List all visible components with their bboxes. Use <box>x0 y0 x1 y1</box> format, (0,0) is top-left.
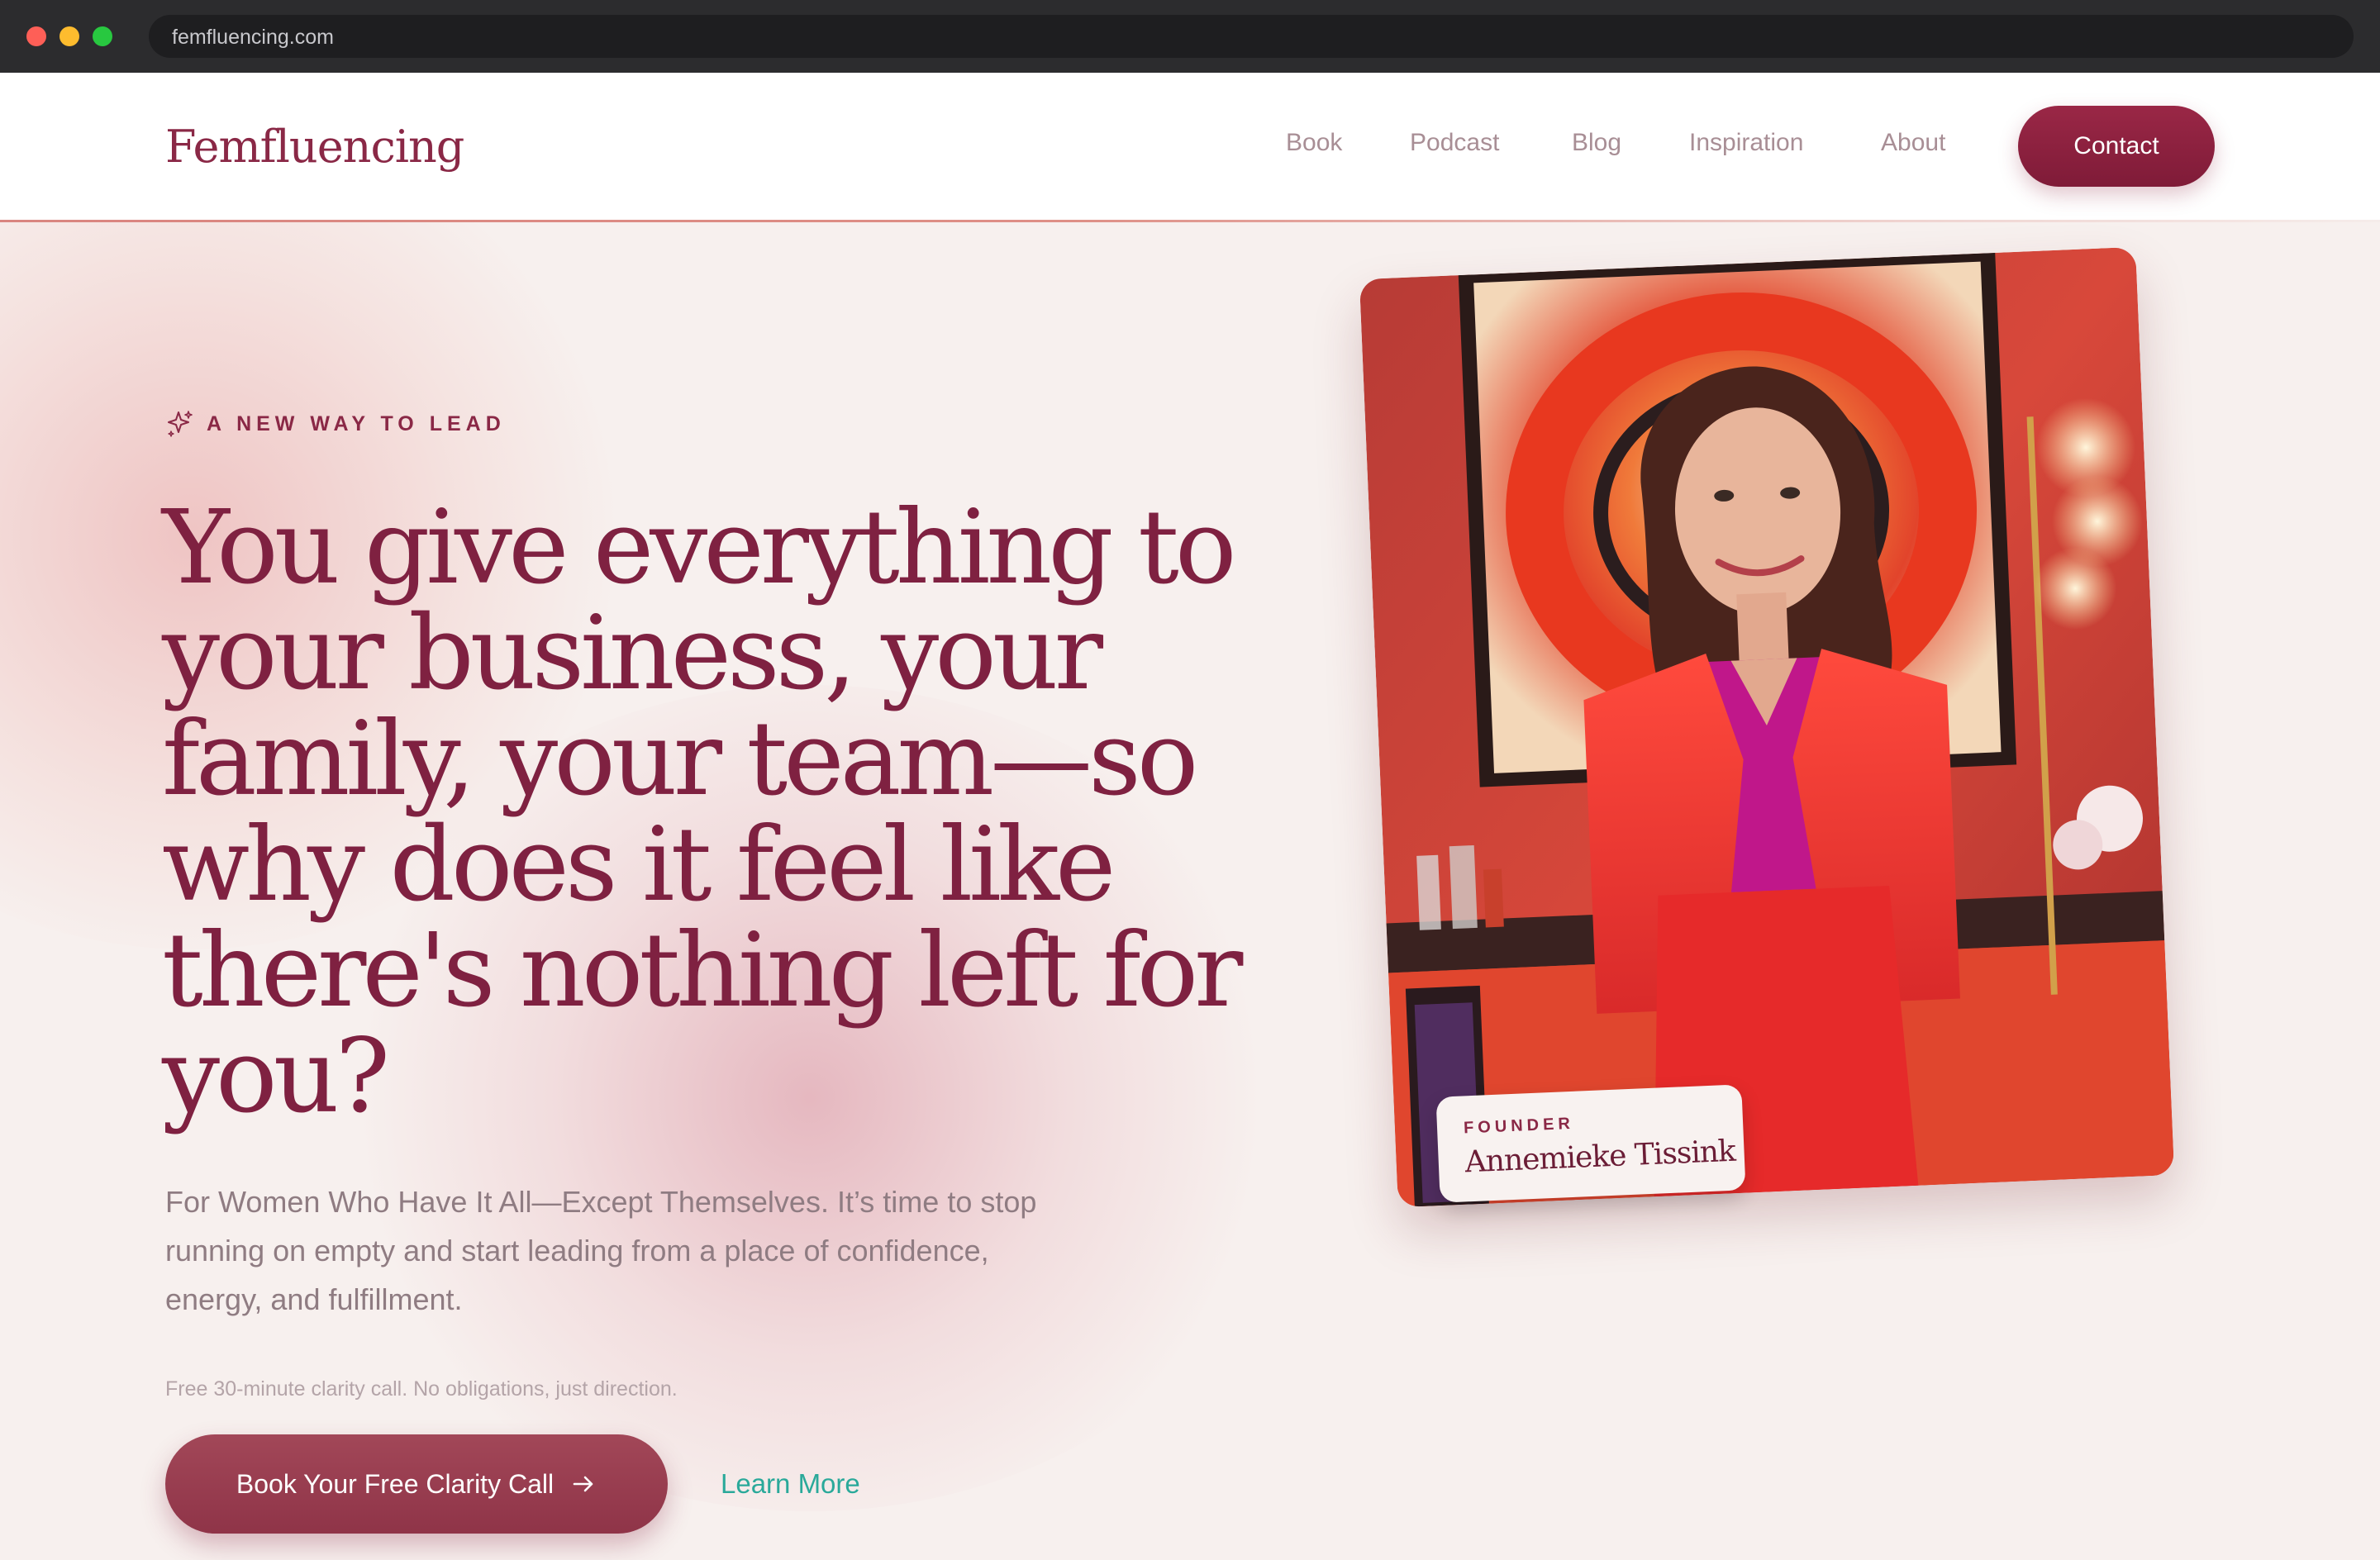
close-window-button[interactable] <box>26 26 46 46</box>
cta-label: Book Your Free Clarity Call <box>236 1468 555 1499</box>
nav-about[interactable]: About <box>1881 129 1945 157</box>
hero-subtext: For Women Who Have It All—Except Themsel… <box>165 1185 1037 1316</box>
founder-name: Annemieke Tissink <box>1464 1134 1736 1180</box>
url-text: femfluencing.com <box>172 26 334 49</box>
learn-more-link[interactable]: Learn More <box>721 1468 860 1500</box>
nav-inspiration[interactable]: Inspiration <box>1689 129 1803 157</box>
founder-portrait-image <box>1359 246 2175 1208</box>
founder-card: FOUNDER Annemieke Tissink <box>1435 1084 1746 1203</box>
book-clarity-call-button[interactable]: Book Your Free Clarity Call <box>165 1434 668 1534</box>
browser-chrome: femfluencing.com <box>0 0 2380 73</box>
minimize-window-button[interactable] <box>60 26 79 46</box>
sparkle-icon <box>168 411 193 437</box>
address-bar[interactable]: femfluencing.com <box>149 15 2354 58</box>
maximize-window-button[interactable] <box>93 26 112 46</box>
eyebrow: A NEW WAY TO LEAD <box>165 409 506 439</box>
site-header: Femfluencing Book Podcast Blog Inspirati… <box>0 73 2380 220</box>
eyebrow-text: A NEW WAY TO LEAD <box>207 411 506 435</box>
nav-blog[interactable]: Blog <box>1572 129 1621 157</box>
hero-headline: You give everything to your business, yo… <box>162 488 1243 1136</box>
contact-button[interactable]: Contact <box>2018 106 2215 187</box>
arrow-right-icon <box>573 1476 593 1492</box>
nav-book[interactable]: Book <box>1286 129 1342 157</box>
cta-note: Free 30-minute clarity call. No obligati… <box>165 1377 678 1401</box>
nav-podcast[interactable]: Podcast <box>1410 129 1499 157</box>
founder-photo <box>1359 246 2175 1208</box>
site-logo[interactable]: Femfluencing <box>165 121 464 173</box>
founder-label: FOUNDER <box>1463 1114 1575 1138</box>
